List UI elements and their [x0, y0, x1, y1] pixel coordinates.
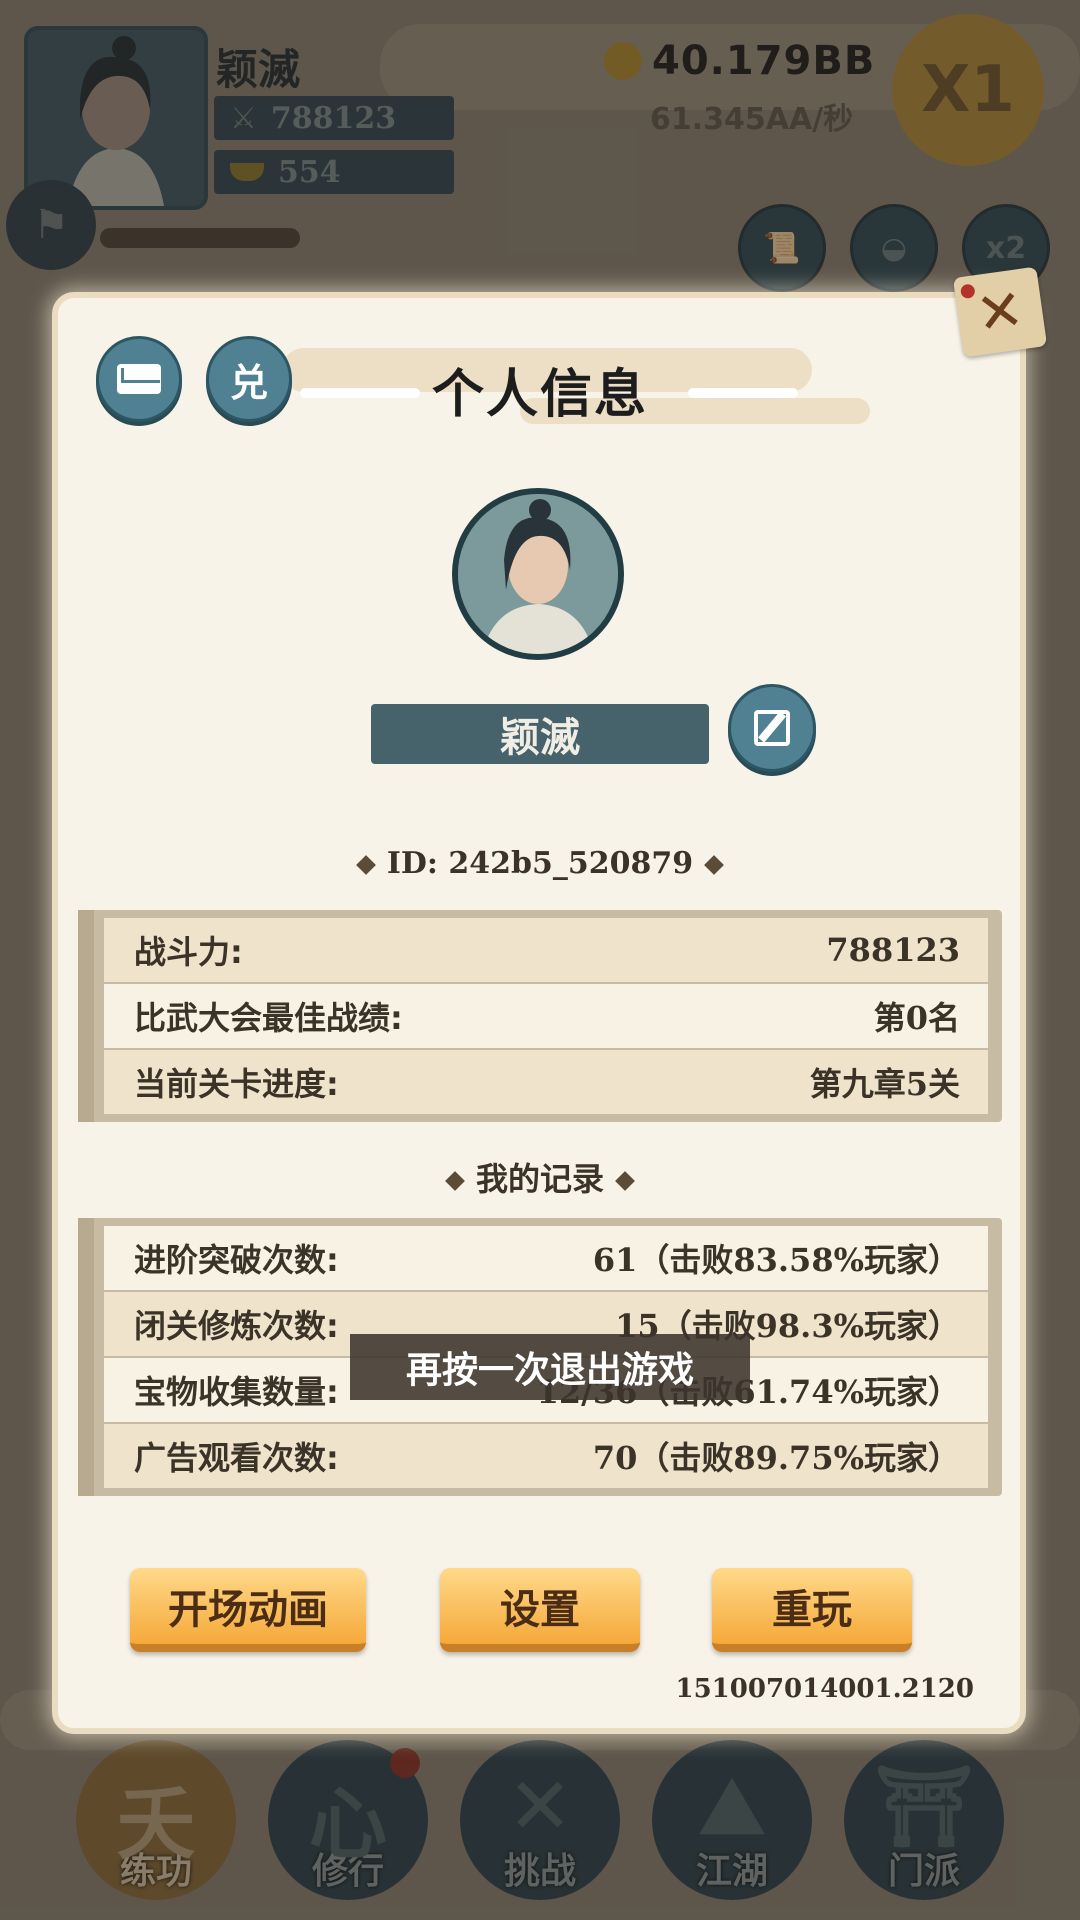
stat-row: 比武大会最佳战绩: 第0名	[104, 984, 988, 1048]
stats-table: 战斗力: 788123 比武大会最佳战绩: 第0名 当前关卡进度: 第九章5关	[78, 910, 1002, 1122]
records-title: 我的记录	[0, 1154, 1080, 1200]
redeem-label: 兑	[229, 360, 268, 405]
stat-label: 比武大会最佳战绩:	[134, 999, 403, 1037]
player-name-field: 颖滅	[371, 704, 709, 764]
close-button[interactable]: ✕	[952, 266, 1048, 358]
player-id: ID: 242b5_520879	[0, 846, 1080, 881]
diamond-icon	[615, 1171, 635, 1191]
record-label: 广告观看次数:	[134, 1439, 339, 1477]
stat-label: 当前关卡进度:	[134, 1065, 339, 1103]
record-label: 宝物收集数量:	[134, 1373, 339, 1411]
edit-name-button[interactable]	[728, 684, 816, 772]
stat-row: 战斗力: 788123	[104, 918, 988, 982]
record-value: 70（击败89.75%玩家）	[592, 1439, 960, 1477]
record-value: 61（击败83.58%玩家）	[592, 1241, 960, 1279]
stat-row: 当前关卡进度: 第九章5关	[104, 1050, 988, 1114]
diamond-icon	[355, 855, 376, 875]
record-label: 闭关修炼次数:	[134, 1307, 339, 1345]
stat-label: 战斗力:	[134, 933, 243, 971]
stat-value: 第0名	[873, 999, 960, 1037]
record-row: 广告观看次数: 70（击败89.75%玩家）	[104, 1424, 988, 1488]
edit-icon	[754, 710, 790, 746]
envelope-icon	[117, 364, 161, 394]
diamond-icon	[445, 1171, 465, 1191]
replay-button[interactable]: 重玩	[712, 1568, 912, 1652]
record-row: 进阶突破次数: 61（击败83.58%玩家）	[104, 1226, 988, 1290]
record-label: 进阶突破次数:	[134, 1241, 339, 1279]
exit-toast: 再按一次退出游戏	[350, 1334, 750, 1400]
intro-animation-button[interactable]: 开场动画	[130, 1568, 366, 1652]
profile-portrait	[452, 488, 624, 660]
version-number: 151007014001.2120	[675, 1674, 974, 1704]
stat-value: 788123	[826, 931, 960, 969]
mail-button[interactable]	[96, 336, 182, 422]
settings-button[interactable]: 设置	[440, 1568, 640, 1652]
stat-value: 第九章5关	[809, 1065, 960, 1103]
diamond-icon	[704, 855, 725, 875]
player-id-text: ID: 242b5_520879	[386, 846, 694, 881]
close-icon: ✕	[972, 276, 1028, 348]
redeem-button[interactable]: 兑	[206, 336, 292, 422]
records-title-text: 我的记录	[475, 1160, 604, 1198]
